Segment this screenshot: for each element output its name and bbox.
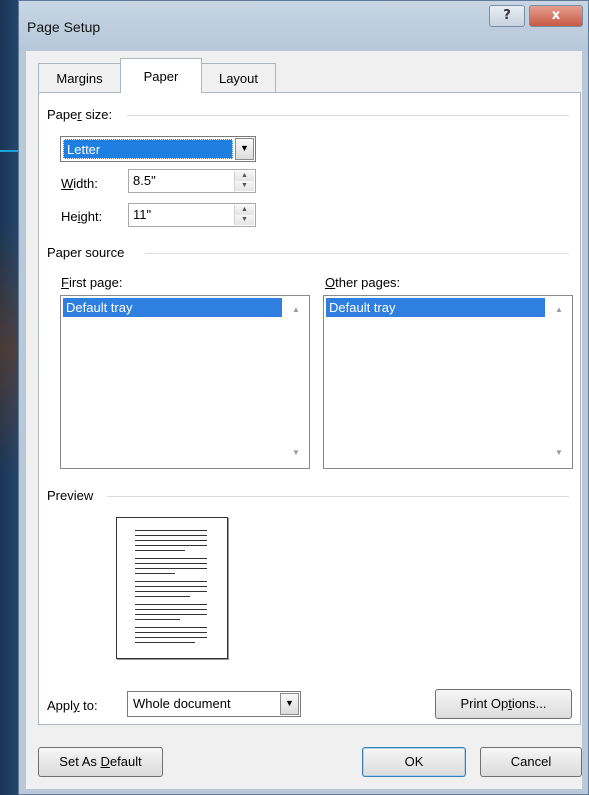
width-value: 8.5" — [133, 173, 156, 188]
first-page-label: First page: — [61, 275, 123, 290]
preview-line — [135, 586, 207, 587]
scroll-up-icon[interactable]: ▲ — [547, 305, 571, 314]
spin-down-icon[interactable]: ▼ — [235, 215, 254, 225]
preview-line — [135, 627, 207, 628]
height-label: Height: — [61, 209, 103, 224]
dialog-client-area: Margins Paper Layout Paper size: Letter … — [26, 51, 582, 789]
width-label: Width: — [61, 176, 98, 191]
preview-line — [135, 632, 207, 633]
chevron-down-icon[interactable]: ▼ — [280, 693, 299, 715]
preview-line — [135, 545, 207, 546]
paper-size-value: Letter — [63, 139, 233, 159]
preview-line — [135, 530, 207, 531]
preview-line — [135, 596, 190, 597]
other-pages-listbox[interactable]: Default tray ▲ ▼ — [323, 295, 573, 469]
tab-margins[interactable]: Margins — [38, 63, 121, 92]
preview-line — [135, 614, 207, 615]
height-spinner[interactable]: 11" ▲ ▼ — [128, 203, 256, 227]
preview-line — [135, 609, 207, 610]
chevron-down-icon[interactable]: ▼ — [235, 138, 254, 160]
spin-up-icon[interactable]: ▲ — [235, 171, 254, 181]
first-page-listbox[interactable]: Default tray ▲ ▼ — [60, 295, 310, 469]
preview-line — [135, 591, 207, 592]
height-value: 11" — [133, 207, 152, 222]
preview-label: Preview — [47, 488, 94, 503]
close-button[interactable]: x — [529, 5, 583, 27]
paper-tab-panel: Paper size: Letter ▼ Width: 8.5" ▲ ▼ Hei… — [38, 92, 581, 725]
spin-up-icon[interactable]: ▲ — [235, 205, 254, 215]
preview-line — [135, 642, 195, 643]
scroll-down-icon[interactable]: ▼ — [547, 448, 571, 457]
print-options-button[interactable]: Print Options... — [435, 689, 572, 719]
paper-size-dropdown[interactable]: Letter ▼ — [60, 136, 256, 162]
close-icon: x — [551, 8, 561, 23]
preview-page — [116, 517, 228, 659]
cancel-button[interactable]: Cancel — [480, 747, 582, 777]
page-setup-dialog: Page Setup ? x Margins Paper Layout Pape… — [18, 0, 589, 795]
tab-paper[interactable]: Paper — [120, 58, 202, 93]
help-button[interactable]: ? — [489, 5, 525, 27]
apply-to-dropdown[interactable]: Whole document ▼ — [127, 691, 301, 717]
preview-line — [135, 619, 180, 620]
preview-line — [135, 568, 207, 569]
tab-label: Layout — [218, 71, 259, 86]
preview-line — [135, 637, 207, 638]
preview-line — [135, 550, 185, 551]
preview-line — [135, 540, 207, 541]
preview-line — [135, 604, 207, 605]
other-pages-label: Other pages: — [325, 275, 401, 290]
preview-line — [135, 581, 207, 582]
dialog-title: Page Setup — [27, 19, 101, 35]
tab-layout[interactable]: Layout — [201, 63, 276, 92]
tab-label: Margins — [56, 71, 103, 86]
height-spin-buttons[interactable]: ▲ ▼ — [234, 205, 254, 225]
tab-label: Paper — [143, 69, 179, 84]
group-divider — [127, 115, 569, 116]
other-pages-selected-item[interactable]: Default tray — [326, 298, 545, 317]
width-spin-buttons[interactable]: ▲ ▼ — [234, 171, 254, 191]
first-page-selected-item[interactable]: Default tray — [63, 298, 282, 317]
preview-line — [135, 558, 207, 559]
group-divider — [107, 496, 569, 497]
scroll-down-icon[interactable]: ▼ — [284, 448, 308, 457]
preview-line — [135, 535, 207, 536]
scroll-up-icon[interactable]: ▲ — [284, 305, 308, 314]
group-divider — [145, 253, 569, 254]
paper-size-label: Paper size: — [47, 107, 113, 122]
apply-to-value: Whole document — [133, 696, 231, 711]
ok-button[interactable]: OK — [362, 747, 466, 777]
preview-line — [135, 573, 175, 574]
title-bar[interactable]: Page Setup ? x — [19, 1, 588, 51]
other-pages-scrollbar[interactable]: ▲ ▼ — [547, 297, 571, 467]
help-icon: ? — [503, 8, 511, 23]
spin-down-icon[interactable]: ▼ — [235, 181, 254, 191]
first-page-scrollbar[interactable]: ▲ ▼ — [284, 297, 308, 467]
preview-line — [135, 563, 207, 564]
width-spinner[interactable]: 8.5" ▲ ▼ — [128, 169, 256, 193]
set-as-default-button[interactable]: Set As Default — [38, 747, 163, 777]
apply-to-label: Apply to: — [47, 698, 98, 713]
paper-source-label: Paper source — [47, 245, 125, 260]
